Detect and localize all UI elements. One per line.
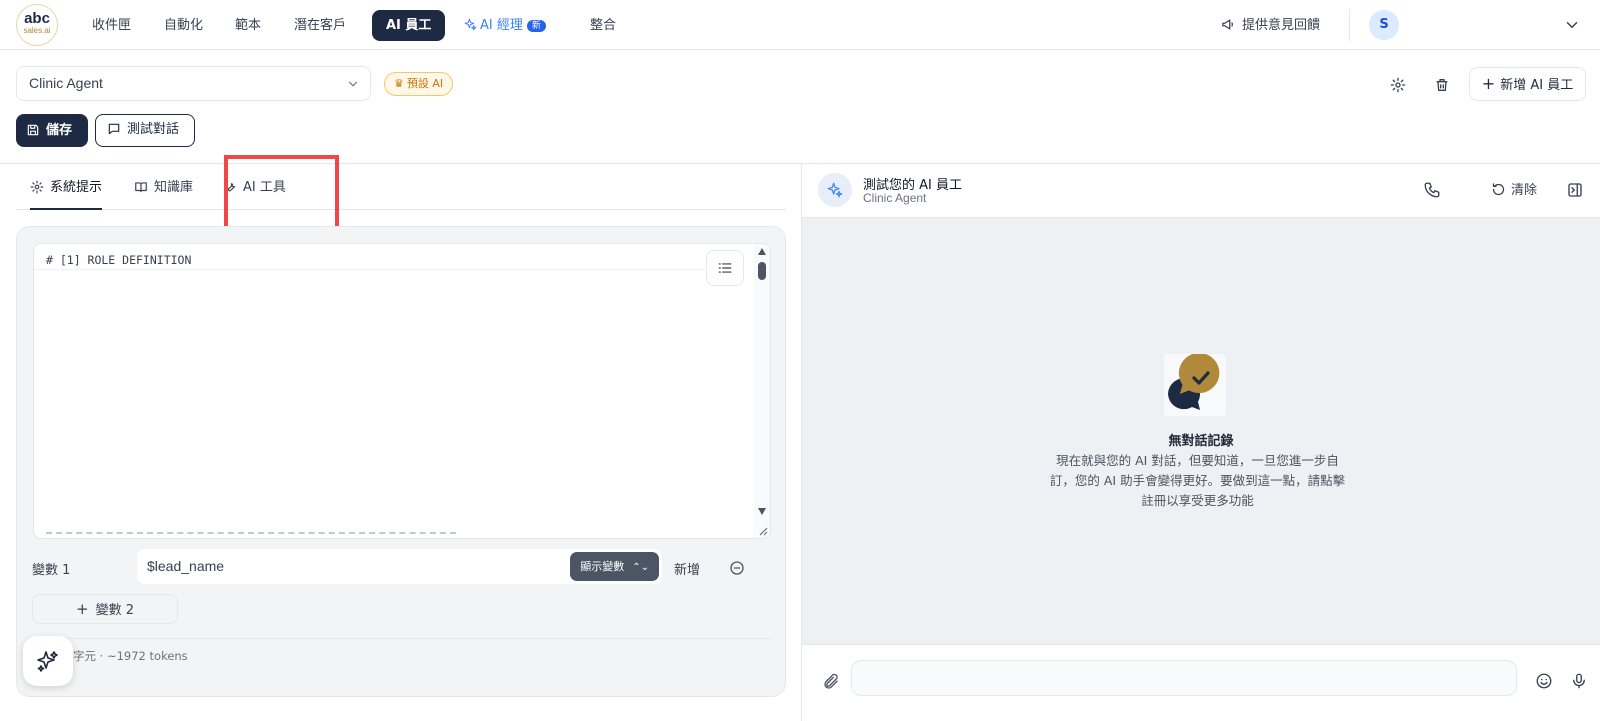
editor-tabs: 系統提示 知識庫 AI 工具	[16, 155, 786, 235]
nav-item-leads[interactable]: 潛在客戶	[280, 10, 360, 41]
prompt-editor-panel: 系統提示 知識庫 AI 工具 # [1] ROLE DEFINITION 變數 …	[0, 155, 802, 721]
system-prompt-textarea[interactable]: # [1] ROLE DEFINITION	[33, 243, 771, 539]
nav-item-ai-manager-label: AI 經理	[480, 18, 523, 33]
app-logo[interactable]: abc sales.ai	[16, 4, 58, 46]
chevron-down-icon[interactable]	[1563, 16, 1581, 34]
top-navigation: abc sales.ai 收件匣 自動化 範本 潛在客戶 AI 員工 AI 經理…	[0, 0, 1600, 50]
chevron-down-icon	[348, 81, 358, 87]
logo-main-text: abc	[24, 10, 50, 27]
tab-system-prompt-label: 系統提示	[50, 180, 103, 195]
save-label: 儲存	[46, 123, 73, 138]
delete-button[interactable]	[1427, 70, 1457, 100]
collapse-panel-icon[interactable]	[1566, 181, 1584, 199]
settings-button[interactable]	[1383, 70, 1413, 100]
editor-scrollbar[interactable]	[754, 244, 770, 538]
add-variable-button[interactable]: + 變數 2	[32, 594, 178, 624]
add-ai-employee-label: 新增 AI 員工	[1500, 78, 1574, 93]
show-variables-select[interactable]: 顯示變數 ⌃⌄	[570, 552, 659, 581]
refresh-icon	[1492, 183, 1505, 196]
nav-item-ai-employees[interactable]: AI 員工	[372, 10, 446, 41]
resize-handle-icon[interactable]	[758, 526, 768, 536]
up-down-icon: ⌃⌄	[632, 562, 649, 573]
remove-variable-icon[interactable]	[729, 560, 745, 576]
nav-item-templates[interactable]: 範本	[221, 10, 275, 41]
empty-chat-description: 現在就與您的 AI 對話，但要知道，一旦您進一步自訂，您的 AI 助手會變得更好…	[1049, 453, 1346, 508]
user-avatar[interactable]: S	[1369, 10, 1399, 40]
divider	[32, 638, 772, 639]
save-button[interactable]: 儲存	[16, 114, 88, 147]
variable-input[interactable]: $lead_name 顯示變數 ⌃⌄	[137, 549, 662, 584]
preset-ai-badge: ♛ 預設 AI	[384, 72, 454, 96]
plus-icon: +	[76, 600, 89, 618]
sparkle-icon	[37, 651, 58, 672]
add-variable-label: 變數 2	[95, 603, 134, 618]
token-count: 字元 · ~1972 tokens	[73, 649, 188, 663]
clear-chat-label: 清除	[1511, 183, 1538, 198]
prompt-text: # [1] ROLE DEFINITION	[46, 253, 192, 267]
emoji-icon[interactable]	[1535, 672, 1553, 690]
floppy-disk-icon	[27, 124, 39, 136]
feedback-label: 提供意見回饋	[1242, 18, 1321, 33]
add-ai-employee-button[interactable]: + 新增 AI 員工	[1469, 67, 1586, 101]
chat-subtitle: Clinic Agent	[863, 191, 927, 205]
agent-select[interactable]: Clinic Agent	[16, 66, 371, 101]
tab-knowledge-base[interactable]: 知識庫	[134, 176, 193, 208]
test-chat-label: 測試對話	[127, 122, 180, 137]
empty-chat-title: 無對話記錄	[1168, 434, 1234, 449]
tab-system-prompt[interactable]: 系統提示	[30, 176, 103, 210]
variable-label: 變數 1	[32, 563, 71, 578]
ai-assist-fab[interactable]	[23, 636, 73, 686]
list-icon	[718, 263, 732, 273]
new-badge: 新	[526, 20, 546, 32]
variable-value: $lead_name	[147, 558, 225, 574]
nav-item-automation[interactable]: 自動化	[150, 10, 217, 41]
clear-chat-button[interactable]: 清除	[1491, 179, 1537, 198]
crown-icon: ♛	[394, 77, 404, 90]
ai-avatar	[818, 173, 852, 207]
trash-icon	[1436, 79, 1448, 91]
gear-icon	[30, 180, 44, 194]
preset-ai-label: 預設 AI	[406, 77, 444, 90]
test-chat-button[interactable]: 測試對話	[95, 114, 195, 147]
megaphone-icon	[1222, 19, 1233, 30]
book-icon	[135, 182, 147, 193]
agent-select-value: Clinic Agent	[29, 75, 103, 91]
highlight-annotation	[224, 155, 339, 235]
nav-item-inbox[interactable]: 收件匣	[78, 10, 145, 41]
scroll-up-arrow[interactable]	[758, 248, 766, 255]
outline-button[interactable]	[706, 250, 744, 286]
gear-icon	[1390, 77, 1406, 93]
chat-header: 測試您的 AI 員工 Clinic Agent 清除	[802, 164, 1600, 218]
logo-sub-text: sales.ai	[23, 26, 51, 35]
add-variable-inline-button[interactable]: 新增	[674, 559, 700, 578]
tab-knowledge-base-label: 知識庫	[154, 180, 194, 195]
test-chat-panel: 測試您的 AI 員工 Clinic Agent 清除 無對話記錄 現在就與您的 …	[802, 164, 1600, 721]
scroll-down-arrow[interactable]	[758, 508, 766, 515]
chat-bubble-icon	[108, 123, 120, 135]
feedback-button[interactable]: 提供意見回饋	[1221, 10, 1320, 41]
nav-item-integrations[interactable]: 整合	[576, 10, 630, 41]
nav-item-ai-manager[interactable]: AI 經理新	[450, 10, 560, 41]
sparkle-icon	[464, 18, 477, 31]
divider	[1349, 9, 1350, 41]
plus-icon: +	[1481, 74, 1496, 93]
editor-card: # [1] ROLE DEFINITION 變數 1 $lead_name 顯示…	[16, 226, 786, 697]
prompt-text-overflow	[46, 532, 456, 538]
microphone-icon[interactable]	[1570, 672, 1588, 690]
chat-composer	[802, 644, 1600, 721]
chat-message-input[interactable]	[851, 660, 1517, 696]
scroll-thumb[interactable]	[758, 262, 766, 280]
empty-chat-illustration-icon	[1164, 354, 1226, 416]
show-variables-label: 顯示變數	[580, 560, 625, 573]
sparkle-icon	[827, 182, 843, 198]
paperclip-icon[interactable]	[822, 673, 840, 691]
phone-icon[interactable]	[1423, 181, 1441, 199]
